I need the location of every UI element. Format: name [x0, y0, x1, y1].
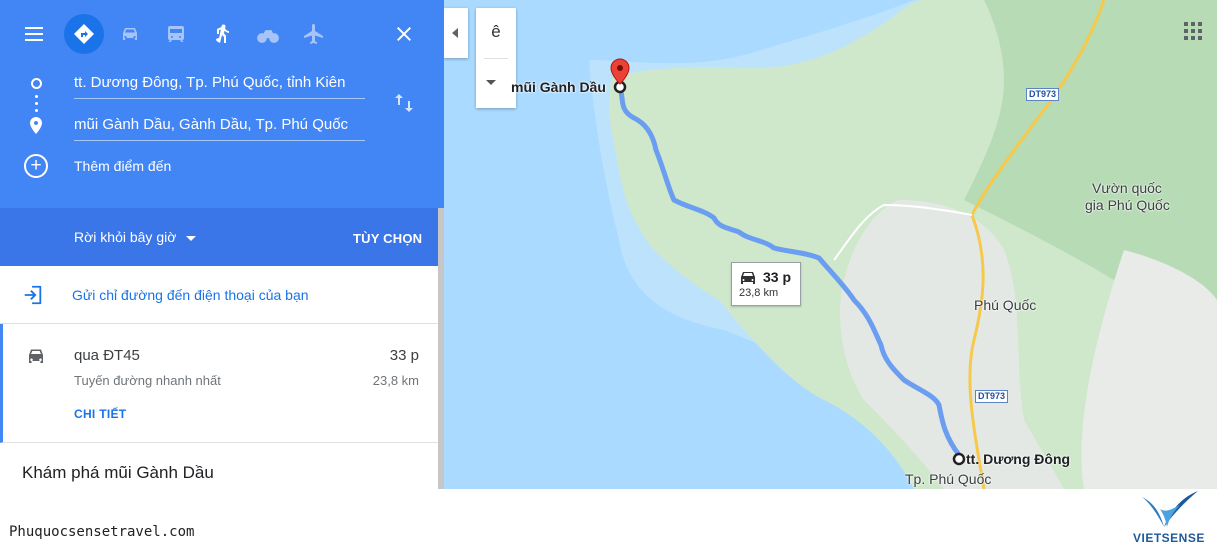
- watermark-footer: Phuquocsensetravel.com VIETSENSE: [0, 489, 1217, 547]
- origin-input[interactable]: tt. Dương Đông, Tp. Phú Quốc, tỉnh Kiên: [74, 71, 365, 99]
- info-distance: 23,8 km: [739, 287, 779, 299]
- road-shield: DT973: [1026, 88, 1060, 101]
- send-to-phone-icon: [24, 285, 42, 305]
- depart-options-bar: Rời khỏi bây giờ TÙY CHỌN: [0, 208, 440, 266]
- chevron-down-icon[interactable]: [486, 80, 496, 85]
- car-icon: [29, 349, 43, 363]
- flights-icon[interactable]: [294, 14, 334, 54]
- add-destination-icon[interactable]: +: [24, 154, 48, 178]
- site-url: Phuquocsensetravel.com: [9, 524, 195, 540]
- add-destination-button[interactable]: Thêm điểm đến: [74, 158, 171, 174]
- info-duration: 33 p: [763, 269, 792, 285]
- destination-map-label: mũi Gành Dầu: [511, 79, 606, 95]
- directions-panel: tt. Dương Đông, Tp. Phú Quốc, tỉnh Kiên …: [0, 0, 444, 489]
- send-to-phone-row[interactable]: Gửi chỉ đường đến điện thoại của bạn: [0, 266, 440, 324]
- walking-icon[interactable]: [202, 14, 242, 54]
- menu-icon[interactable]: [14, 14, 54, 54]
- route-option-card[interactable]: qua ĐT45 33 p Tuyến đường nhanh nhất 23,…: [0, 324, 440, 443]
- collapse-panel-button[interactable]: [444, 8, 468, 58]
- destination-pin-icon: [30, 117, 42, 134]
- origin-dot-icon: [31, 78, 42, 89]
- travel-mode-row: [0, 14, 444, 54]
- map-canvas[interactable]: ê mũi Gành Dầu tt. Dương Đông Tp. Phú Qu…: [444, 0, 1217, 489]
- swap-icon[interactable]: [392, 91, 416, 115]
- route-details-button[interactable]: CHI TIẾT: [74, 407, 126, 421]
- transit-icon[interactable]: [156, 14, 196, 54]
- input-tools-button[interactable]: ê: [476, 8, 516, 108]
- route-via: qua ĐT45: [74, 347, 140, 364]
- chevron-left-icon: [452, 28, 458, 38]
- depart-time-selector[interactable]: Rời khỏi bây giờ: [74, 229, 176, 245]
- apps-grid-icon[interactable]: [1184, 22, 1202, 40]
- driving-icon[interactable]: [110, 14, 150, 54]
- options-button[interactable]: TÙY CHỌN: [353, 231, 422, 246]
- destination-marker-icon[interactable]: [609, 58, 631, 86]
- route-duration: 33 p: [389, 347, 419, 364]
- input-language-glyph: ê: [491, 22, 501, 41]
- divider: [484, 58, 508, 59]
- route-dots-icon: [35, 102, 38, 105]
- city-map-label: Tp. Phú Quốc: [905, 471, 992, 487]
- town-map-label: Phú Quốc: [974, 297, 1037, 313]
- park-map-label-2: gia Phú Quốc: [1085, 197, 1170, 213]
- road-shield: DT973: [975, 390, 1009, 403]
- explore-heading: Khám phá mũi Gành Dầu: [22, 463, 214, 482]
- route-description: Tuyến đường nhanh nhất: [74, 373, 221, 388]
- cycling-icon[interactable]: [248, 14, 288, 54]
- route-distance: 23,8 km: [372, 373, 419, 388]
- close-icon[interactable]: [384, 14, 424, 54]
- chevron-down-icon[interactable]: [186, 236, 196, 241]
- best-route-icon[interactable]: [64, 14, 104, 54]
- directions-header: tt. Dương Đông, Tp. Phú Quốc, tỉnh Kiên …: [0, 0, 444, 208]
- vietsense-logo-icon: [1142, 491, 1198, 527]
- send-to-phone-link[interactable]: Gửi chỉ đường đến điện thoại của bạn: [72, 287, 309, 303]
- brand-name: VIETSENSE: [1133, 531, 1205, 545]
- origin-map-label: tt. Dương Đông: [966, 451, 1071, 467]
- map-terrain: [589, 0, 1217, 489]
- route-info-box[interactable]: 33 p 23,8 km: [731, 262, 801, 306]
- route-dots-icon: [35, 95, 38, 98]
- destination-input[interactable]: mũi Gành Dầu, Gành Dầu, Tp. Phú Quốc: [74, 113, 365, 141]
- park-map-label-1: Vườn quốc: [1092, 180, 1162, 196]
- route-dots-icon: [35, 109, 38, 112]
- car-icon: [741, 272, 755, 284]
